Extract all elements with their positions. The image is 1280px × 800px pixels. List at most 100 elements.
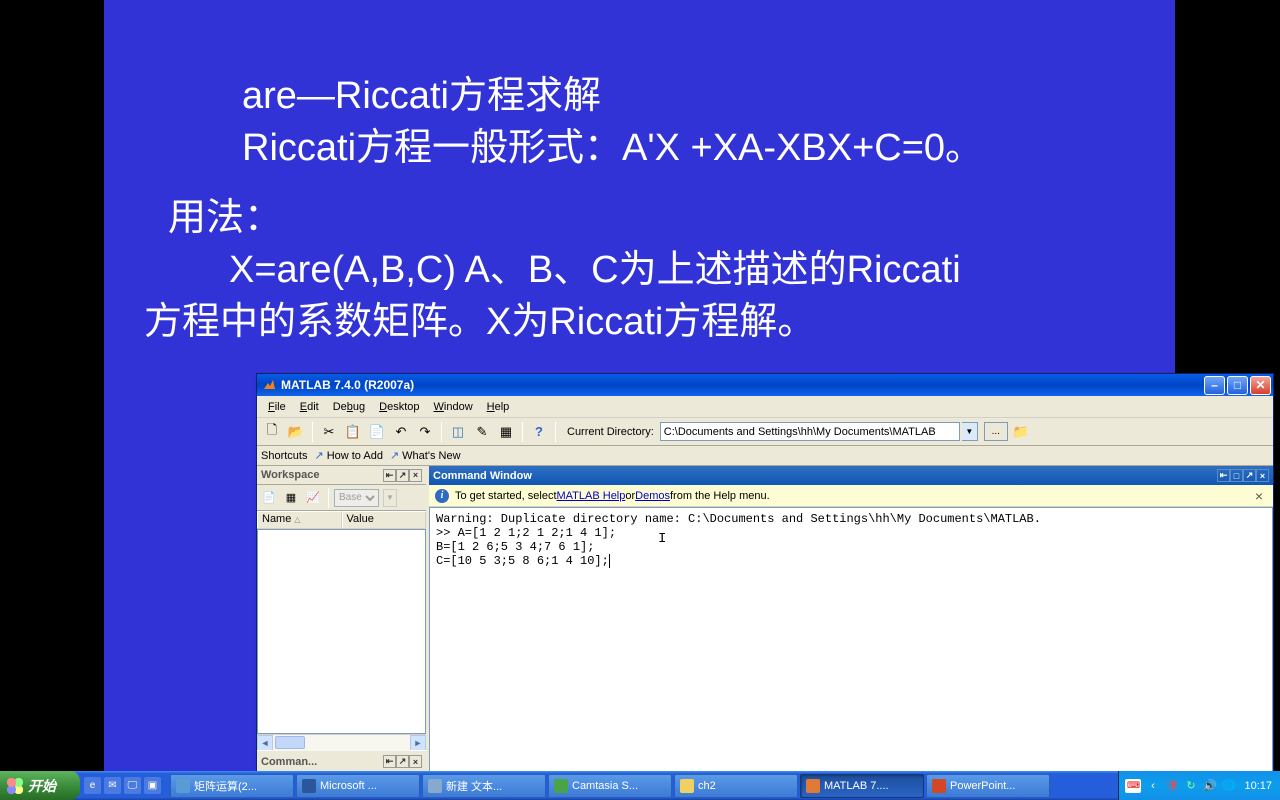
col-value[interactable]: Value [342, 511, 427, 528]
simulink-icon[interactable]: ◫ [447, 421, 469, 443]
command-window-body[interactable]: Warning: Duplicate directory name: C:\Do… [429, 507, 1273, 772]
pane-undock-icon[interactable]: ↗ [396, 469, 409, 482]
menu-window[interactable]: Window [427, 399, 480, 415]
ie-icon[interactable]: e [84, 777, 101, 794]
workspace-body[interactable] [257, 529, 426, 734]
open-file-icon[interactable]: 📂 [285, 421, 307, 443]
new-var-icon[interactable]: 📄 [259, 488, 279, 508]
taskbar-item[interactable]: 矩阵运算(2... [170, 774, 294, 798]
hint-text-post: from the Help menu. [670, 490, 770, 502]
howto-link[interactable]: How to Add [327, 450, 383, 462]
slide-content: are—Riccati方程求解 Riccati方程一般形式：A'X +XA-XB… [104, 0, 1175, 348]
curdir-input[interactable] [660, 422, 960, 441]
taskbar-item[interactable]: PowerPoint... [926, 774, 1050, 798]
pane-prev-icon[interactable]: ⇤ [383, 469, 396, 482]
cmd-line-1: Warning: Duplicate directory name: C:\Do… [436, 512, 1041, 526]
shortcuts-label: Shortcuts [261, 450, 307, 462]
plot-var-icon[interactable]: 📈 [303, 488, 323, 508]
menu-debug[interactable]: Debug [326, 399, 372, 415]
demos-link[interactable]: Demos [635, 490, 670, 502]
undo-icon[interactable]: ↶ [390, 421, 412, 443]
command-history-titlebar[interactable]: Comman... ⇤ ↗ × [257, 750, 426, 772]
taskbar-item-icon [554, 779, 568, 793]
workspace-titlebar[interactable]: Workspace ⇤ ↗ × [257, 466, 426, 485]
lang-icon[interactable]: ⌨ [1125, 779, 1141, 793]
copy-icon[interactable]: 📋 [342, 421, 364, 443]
main-area: Workspace ⇤ ↗ × 📄 ▦ 📈 Base ▼ Name △ Valu… [257, 466, 1273, 772]
open-var-icon[interactable]: ▦ [281, 488, 301, 508]
help-icon[interactable]: ? [528, 421, 550, 443]
taskbar-item-icon [428, 779, 442, 793]
scroll-thumb[interactable] [275, 736, 305, 749]
close-button[interactable]: ✕ [1250, 376, 1271, 395]
taskbar-item-label: PowerPoint... [950, 780, 1015, 792]
cut-icon[interactable]: ✂ [318, 421, 340, 443]
browse-button[interactable]: ... [984, 422, 1008, 441]
stack-dropdown-icon[interactable]: ▼ [383, 489, 397, 507]
slide-line-5: 方程中的系数矩阵。X为Riccati方程解。 [144, 296, 1135, 348]
new-file-icon[interactable]: 🗋 [261, 421, 283, 443]
workspace-toolbar: 📄 ▦ 📈 Base ▼ [257, 485, 426, 511]
shield-icon[interactable]: 🛡 [1164, 778, 1179, 793]
col-name[interactable]: Name △ [257, 511, 342, 528]
volume-icon[interactable]: 🔊 [1202, 778, 1217, 793]
curdir-dropdown-icon[interactable]: ▼ [962, 422, 978, 441]
mail-icon[interactable]: ✉ [104, 777, 121, 794]
taskbar-item-icon [680, 779, 694, 793]
app-icon[interactable]: ▣ [144, 777, 161, 794]
cmd-line-2: >> A=[1 2 1;2 1 2;1 4 1]; [436, 526, 616, 540]
taskbar-item[interactable]: 新建 文本... [422, 774, 546, 798]
scroll-left-icon[interactable]: ◄ [257, 735, 273, 751]
pane-close-icon[interactable]: × [1256, 469, 1269, 482]
taskbar-item[interactable]: ch2 [674, 774, 798, 798]
matlab-help-link[interactable]: MATLAB Help [557, 490, 626, 502]
slide-line-2: Riccati方程一般形式：A'X +XA-XBX+C=0。 [242, 122, 1135, 174]
clock[interactable]: 10:17 [1244, 780, 1272, 792]
taskbar-item[interactable]: Camtasia S... [548, 774, 672, 798]
network-icon[interactable]: 🌐 [1221, 778, 1236, 793]
taskbar-item-icon [302, 779, 316, 793]
pane-prev-icon[interactable]: ⇤ [383, 755, 396, 768]
menu-edit[interactable]: Edit [293, 399, 326, 415]
workspace-hscroll[interactable]: ◄ ► [257, 734, 426, 750]
menu-file[interactable]: File [261, 399, 293, 415]
scroll-right-icon[interactable]: ► [410, 735, 426, 751]
taskbar-item[interactable]: MATLAB 7.... [800, 774, 924, 798]
stack-select[interactable]: Base [334, 489, 379, 507]
sync-icon[interactable]: ↻ [1183, 778, 1198, 793]
pane-undock-icon[interactable]: ↗ [1243, 469, 1256, 482]
hint-text-pre: To get started, select [455, 490, 557, 502]
matlab-window: MATLAB 7.4.0 (R2007a) – □ ✕ File Edit De… [256, 373, 1274, 773]
matlab-icon [261, 377, 277, 393]
paste-icon[interactable]: 📄 [366, 421, 388, 443]
maximize-button[interactable]: □ [1227, 376, 1248, 395]
desktop-icon[interactable]: 🖵 [124, 777, 141, 794]
pane-close-icon[interactable]: × [409, 469, 422, 482]
command-window-titlebar[interactable]: Command Window ⇤ □ ↗ × [429, 466, 1273, 485]
shortcut-link-icon: ↗ [390, 449, 399, 462]
pane-max-icon[interactable]: □ [1230, 469, 1243, 482]
pane-close-icon[interactable]: × [409, 755, 422, 768]
slide-line-1: are—Riccati方程求解 [242, 70, 1135, 122]
up-folder-icon[interactable]: 📁 [1010, 421, 1032, 443]
pane-prev-icon[interactable]: ⇤ [1217, 469, 1230, 482]
guide-icon[interactable]: ✎ [471, 421, 493, 443]
menu-desktop[interactable]: Desktop [372, 399, 426, 415]
minimize-button[interactable]: – [1204, 376, 1225, 395]
taskbar-item-label: ch2 [698, 780, 716, 792]
info-icon: i [435, 489, 449, 503]
taskbar-item-icon [176, 779, 190, 793]
taskbar-item-label: MATLAB 7.... [824, 780, 889, 792]
whatsnew-link[interactable]: What's New [402, 450, 460, 462]
pane-undock-icon[interactable]: ↗ [396, 755, 409, 768]
taskbar-item-label: 矩阵运算(2... [194, 778, 257, 794]
hint-close-button[interactable]: × [1251, 488, 1267, 504]
taskbar-item[interactable]: Microsoft ... [296, 774, 420, 798]
start-button[interactable]: 开始 [0, 771, 80, 800]
tray-chevron-icon[interactable]: ‹ [1145, 778, 1160, 793]
redo-icon[interactable]: ↷ [414, 421, 436, 443]
profiler-icon[interactable]: ▦ [495, 421, 517, 443]
menu-help[interactable]: Help [480, 399, 517, 415]
taskbar-item-label: 新建 文本... [446, 778, 502, 794]
title-bar[interactable]: MATLAB 7.4.0 (R2007a) – □ ✕ [257, 374, 1273, 396]
